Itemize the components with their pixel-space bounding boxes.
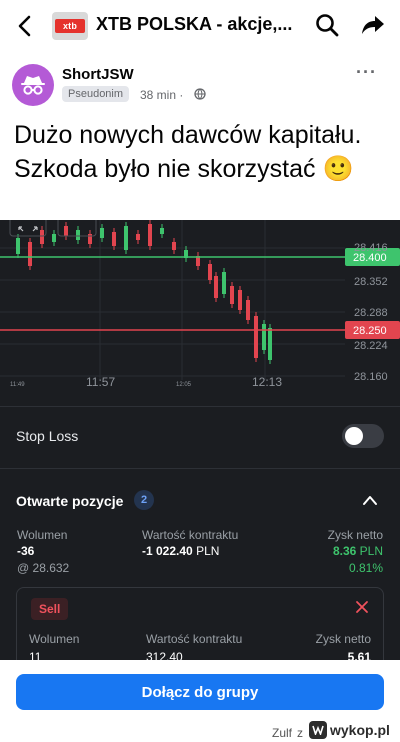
xtb-logo: xtb	[55, 19, 85, 33]
join-group-button[interactable]: Dołącz do grupy	[16, 674, 384, 710]
candle-body	[238, 290, 242, 310]
profit-currency: PLN	[359, 544, 383, 558]
volume-header: Wolumen	[17, 528, 68, 542]
contract-currency: PLN	[196, 544, 220, 558]
candle-body	[64, 226, 68, 236]
candle-body	[100, 228, 104, 238]
candle-body	[222, 272, 226, 294]
globe-icon	[194, 88, 206, 100]
position-volume: 11	[29, 650, 42, 660]
chevron-up-icon[interactable]	[362, 494, 378, 506]
candle-body	[262, 324, 266, 350]
candle-body	[230, 286, 234, 304]
price-chart: 28.416 28.400 28.352 28.288 28.250 28.22…	[0, 220, 400, 400]
position-contract-header: Wartość kontraktu	[146, 632, 243, 646]
divider	[0, 406, 400, 407]
time-label-1: 11:49	[10, 382, 25, 388]
stop-loss-label: Stop Loss	[16, 428, 79, 444]
profit-value: 8.36 PLN	[333, 544, 383, 558]
time-label-2: 11:57	[86, 375, 115, 389]
candle-body	[246, 300, 250, 320]
candle-body	[254, 316, 258, 358]
open-positions-title[interactable]: Otwarte pozycje	[16, 493, 123, 509]
candle-body	[136, 234, 140, 240]
chevron-left-icon[interactable]	[14, 14, 36, 38]
bid-price-value: 28.400	[353, 252, 387, 264]
wykop-icon	[309, 721, 327, 739]
candle-body	[112, 232, 116, 246]
post-time-value: 38 min	[140, 88, 177, 102]
divider	[0, 468, 400, 469]
position-profit-header: Zysk netto	[315, 632, 371, 646]
candle-body	[52, 234, 56, 242]
candle-body	[16, 238, 20, 254]
price-label-3: 28.288	[354, 307, 388, 319]
candle-body	[214, 276, 218, 298]
candle-body	[172, 242, 176, 250]
price-label-5: 28.160	[354, 371, 388, 383]
position-profit: 5.61	[347, 650, 371, 660]
candle-body	[76, 230, 80, 240]
watermark-site: wykop.pl	[330, 722, 390, 738]
post-time[interactable]: 38 min ·	[140, 88, 183, 102]
toggle-knob	[345, 427, 363, 445]
stop-loss-toggle[interactable]	[342, 424, 384, 448]
candle-body	[268, 328, 272, 360]
group-header: xtb XTB POLSKA - akcje,...	[0, 0, 400, 52]
sell-badge: Sell	[31, 598, 69, 620]
profit-header: Zysk netto	[327, 528, 383, 542]
volume-value: -36	[17, 544, 35, 558]
candle-body	[40, 230, 44, 244]
avg-price: @ 28.632	[17, 561, 70, 575]
contract-value: -1 022.40 PLN	[142, 544, 219, 558]
watermark-user: Zulf	[272, 726, 293, 740]
position-contract: 312.40	[146, 650, 183, 660]
time-label-3: 12:05	[176, 382, 192, 388]
close-position-icon[interactable]	[355, 600, 369, 614]
bottom-bar: Dołącz do grupy Zulf z wykop.pl	[0, 660, 400, 742]
position-card[interactable]: Sell Wolumen 11 Wartość kontraktu 312.40…	[16, 587, 384, 660]
price-label-2: 28.352	[354, 276, 388, 288]
watermark-z: z	[297, 726, 303, 740]
candle-body	[148, 224, 152, 246]
open-positions-count: 2	[134, 490, 154, 510]
meta-separator: ·	[179, 88, 184, 102]
post-text: Dużo nowych dawców kapitału. Szkoda było…	[14, 121, 362, 183]
group-avatar[interactable]: xtb	[52, 12, 88, 40]
candle-body	[124, 226, 128, 250]
trading-app-screenshot[interactable]: 28.416 28.400 28.352 28.288 28.250 28.22…	[0, 220, 400, 660]
time-label-4: 12:13	[252, 375, 282, 389]
contract-amount: -1 022.40	[142, 544, 193, 558]
ask-price-value: 28.250	[353, 325, 387, 337]
contract-header: Wartość kontraktu	[142, 528, 239, 542]
group-title[interactable]: XTB POLSKA - akcje,...	[96, 14, 306, 35]
pseudonym-badge: Pseudonim	[62, 86, 130, 102]
incognito-icon	[21, 76, 45, 95]
author-name[interactable]: ShortJSW	[62, 66, 134, 83]
candle-body	[28, 242, 32, 266]
price-label-4: 28.224	[354, 340, 388, 352]
position-volume-header: Wolumen	[29, 632, 80, 646]
profit-percent: 0.81%	[348, 561, 383, 575]
profit-amount: 8.36	[332, 544, 357, 558]
candle-body	[208, 264, 212, 280]
more-icon[interactable]: ···	[356, 62, 384, 82]
search-icon[interactable]	[314, 12, 340, 38]
anonymous-avatar[interactable]	[12, 64, 54, 106]
wykop-logo: wykop.pl	[309, 720, 390, 740]
candle-body	[160, 228, 164, 234]
share-icon[interactable]	[360, 12, 386, 38]
